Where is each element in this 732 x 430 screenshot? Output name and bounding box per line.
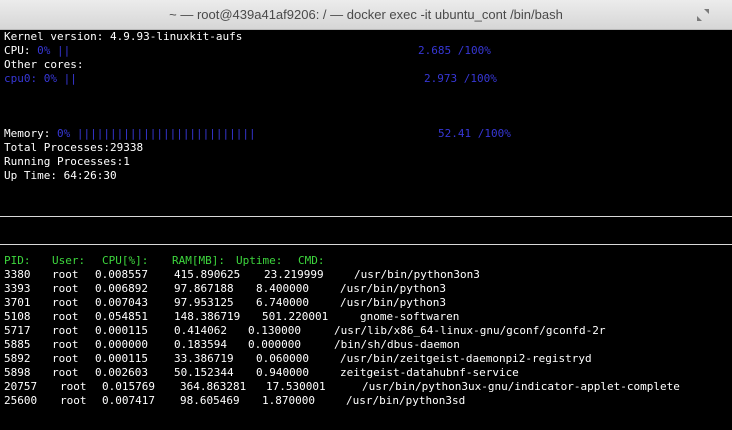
core0-value: 2.973 /100% xyxy=(424,72,497,85)
row-user: root xyxy=(52,310,79,323)
row-uptime: 6.740000 xyxy=(256,296,309,309)
row-user: root xyxy=(52,324,79,337)
fullscreen-arrows-icon[interactable] xyxy=(696,8,710,22)
header-cpu: CPU[%]: xyxy=(102,254,149,267)
row-user: root xyxy=(52,282,79,295)
row-uptime: 17.530001 xyxy=(266,380,326,393)
row-user: root xyxy=(52,296,79,309)
total-processes: Total Processes:29338 xyxy=(4,141,144,154)
kernel-version: Kernel version: 4.9.93-linuxkit-aufs xyxy=(4,30,243,43)
running-processes: Running Processes:1 xyxy=(4,155,130,168)
terminal-content[interactable]: Kernel version: 4.9.93-linuxkit-aufs CPU… xyxy=(0,30,732,430)
row-cpu: 0.002603 xyxy=(95,366,148,379)
row-pid: 3701 xyxy=(4,296,31,309)
memory-bar: 0% ||||||||||||||||||||||||||| xyxy=(56,127,256,140)
memory-label: Memory: xyxy=(4,127,51,140)
row-ram: 97.867188 xyxy=(174,282,234,295)
row-pid: 5885 xyxy=(4,338,31,351)
header-cmd: CMD: xyxy=(298,254,325,267)
cpu-bar: 0% || xyxy=(37,44,71,57)
row-pid: 5108 xyxy=(4,310,31,323)
row-user: root xyxy=(52,338,79,351)
row-ram: 97.953125 xyxy=(174,296,234,309)
cpu-line: CPU: 0% || xyxy=(4,44,70,58)
row-cmd: /usr/bin/zeitgeist-daemonpi2-registryd xyxy=(340,352,592,365)
cpu-value: 2.685 /100% xyxy=(418,44,491,57)
row-cpu: 0.007417 xyxy=(102,394,155,407)
row-uptime: 1.870000 xyxy=(262,394,315,407)
row-user: root xyxy=(52,366,79,379)
cpu-label: CPU: xyxy=(4,44,31,57)
row-pid: 25600 xyxy=(4,394,38,407)
row-ram: 364.863281 xyxy=(180,380,247,393)
header-uptime: Uptime: xyxy=(236,254,283,267)
row-pid: 3380 xyxy=(4,268,31,281)
title-bar[interactable]: ~ — root@439a41af9206: / — docker exec -… xyxy=(0,0,732,30)
row-pid: 5898 xyxy=(4,366,31,379)
row-cpu: 0.000115 xyxy=(95,324,148,337)
memory-line: Memory: 0% ||||||||||||||||||||||||||| xyxy=(4,127,256,141)
terminal-window: ~ — root@439a41af9206: / — docker exec -… xyxy=(0,0,732,430)
row-cmd: /usr/bin/python3on3 xyxy=(354,268,480,281)
row-ram: 148.386719 xyxy=(174,310,241,323)
row-user: root xyxy=(52,352,79,365)
row-cmd: /usr/bin/python3 xyxy=(340,296,446,309)
separator-top xyxy=(0,216,732,217)
header-pid: PID: xyxy=(4,254,31,267)
header-user: User: xyxy=(52,254,86,267)
row-ram: 33.386719 xyxy=(174,352,234,365)
row-user: root xyxy=(60,394,87,407)
row-pid: 3393 xyxy=(4,282,31,295)
row-ram: 50.152344 xyxy=(174,366,234,379)
uptime: Up Time: 64:26:30 xyxy=(4,169,117,182)
row-pid: 20757 xyxy=(4,380,38,393)
row-cpu: 0.015769 xyxy=(102,380,155,393)
separator-bottom xyxy=(0,244,732,245)
row-cpu: 0.006892 xyxy=(95,282,148,295)
row-ram: 0.183594 xyxy=(174,338,227,351)
row-cmd: /bin/sh/dbus-daemon xyxy=(334,338,460,351)
row-uptime: 501.220001 xyxy=(262,310,329,323)
row-uptime: 0.060000 xyxy=(256,352,309,365)
row-cmd: /usr/lib/x86_64-linux-gnu/gconf/gconfd-2… xyxy=(334,324,606,337)
row-cpu: 0.054851 xyxy=(95,310,148,323)
window-title: ~ — root@439a41af9206: / — docker exec -… xyxy=(169,7,563,22)
row-cpu: 0.000115 xyxy=(95,352,148,365)
row-uptime: 0.130000 xyxy=(248,324,301,337)
row-uptime: 0.000000 xyxy=(248,338,301,351)
row-cmd: gnome-softwaren xyxy=(360,310,460,323)
row-pid: 5892 xyxy=(4,352,31,365)
row-cmd: /usr/bin/python3 xyxy=(340,282,446,295)
core0-bar: cpu0: 0% || xyxy=(4,72,77,85)
row-cmd: /usr/bin/python3ux-gnu/indicator-applet-… xyxy=(362,380,680,393)
row-user: root xyxy=(52,268,79,281)
row-cmd: zeitgeist-datahubnf-service xyxy=(340,366,519,379)
row-pid: 5717 xyxy=(4,324,31,337)
row-uptime: 23.219999 xyxy=(264,268,324,281)
row-uptime: 0.940000 xyxy=(256,366,309,379)
header-ram: RAM[MB]: xyxy=(172,254,225,267)
row-cpu: 0.000000 xyxy=(95,338,148,351)
row-uptime: 8.400000 xyxy=(256,282,309,295)
memory-value: 52.41 /100% xyxy=(438,127,511,140)
row-ram: 98.605469 xyxy=(180,394,240,407)
row-ram: 0.414062 xyxy=(174,324,227,337)
other-cores-label: Other cores: xyxy=(4,58,84,71)
row-cpu: 0.007043 xyxy=(95,296,148,309)
row-user: root xyxy=(60,380,87,393)
row-ram: 415.890625 xyxy=(174,268,241,281)
row-cmd: /usr/bin/python3sd xyxy=(346,394,466,407)
row-cpu: 0.008557 xyxy=(95,268,148,281)
